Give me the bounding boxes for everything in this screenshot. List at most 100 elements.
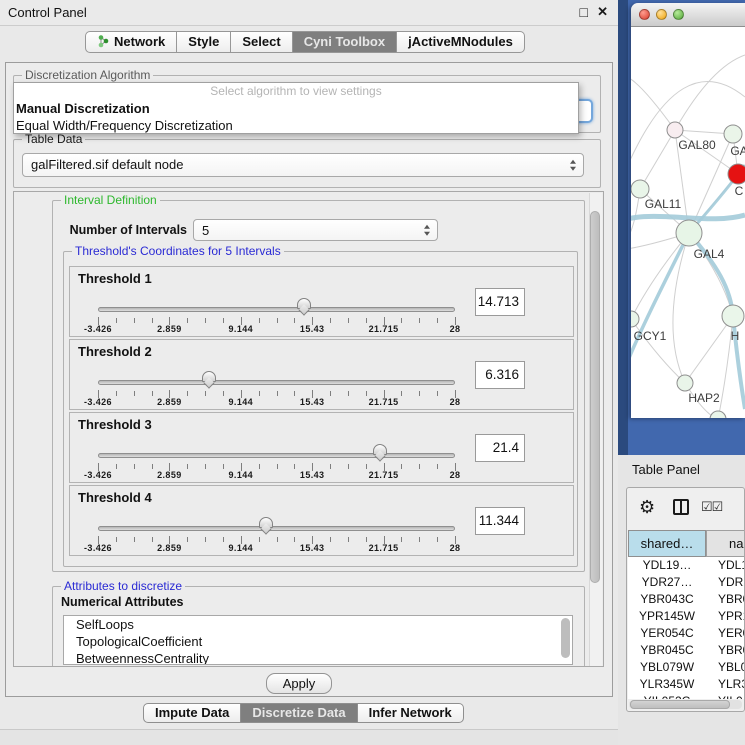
close-icon[interactable]: ✕	[597, 4, 608, 20]
tab-network[interactable]: Network	[85, 31, 177, 53]
cell-name: YDL1	[706, 557, 745, 574]
window-shadow-edge	[618, 0, 628, 455]
attribute-item-topologicalcoefficient[interactable]: TopologicalCoefficient	[64, 633, 572, 650]
threshold-slider-thumb[interactable]	[373, 444, 387, 455]
column-header-name[interactable]: na	[706, 530, 745, 557]
network-canvas[interactable]: GAL80GACGAL11GAL4GCY1HHAP2	[631, 27, 745, 418]
gear-icon[interactable]: ⚙	[639, 496, 655, 518]
tick-mark	[294, 318, 295, 323]
attribute-item-selfloops[interactable]: SelfLoops	[64, 616, 572, 633]
network-node[interactable]	[667, 122, 683, 138]
stepper-icon	[424, 225, 430, 236]
threshold-value-field[interactable]: 6.316	[475, 361, 525, 389]
table-data-combobox[interactable]: galFiltered.sif default node	[22, 153, 584, 177]
tick-mark	[152, 464, 153, 469]
tick-label: -3.426	[84, 324, 112, 334]
table-row[interactable]: YER054CYER0	[628, 625, 745, 642]
node-label: C	[735, 184, 744, 198]
columns-icon[interactable]	[673, 499, 689, 515]
close-traffic-light-icon[interactable]	[639, 9, 650, 20]
network-node[interactable]	[631, 311, 639, 327]
threshold-slider-thumb[interactable]	[202, 371, 216, 382]
algorithm-option-manual-discretization[interactable]: Manual Discretization	[14, 100, 578, 117]
tab-cyni-toolbox[interactable]: Cyni Toolbox	[293, 31, 397, 53]
attribute-item-betweennesscentrality[interactable]: BetweennessCentrality	[64, 650, 572, 665]
group-title-thresholds: Threshold's Coordinates for 5 Intervals	[72, 244, 284, 258]
threshold-value-field[interactable]: 11.344	[475, 507, 525, 535]
select-columns-checkbox-icons[interactable]: ☑☑	[701, 499, 722, 515]
network-node[interactable]	[631, 180, 649, 198]
table-row[interactable]: YIL052CYIL0	[628, 693, 745, 699]
tick-mark	[205, 318, 206, 323]
tick-mark	[259, 537, 260, 542]
table-row[interactable]: YPR145WYPR1	[628, 608, 745, 625]
float-window-icon[interactable]: □	[580, 4, 588, 20]
tick-mark	[259, 391, 260, 396]
threshold-slider-track[interactable]	[98, 453, 455, 458]
tick-label: 2.859	[157, 470, 182, 480]
tab-jactivemnodules[interactable]: jActiveMNodules	[397, 31, 525, 53]
tick-mark	[348, 537, 349, 542]
table-row[interactable]: YBR043CYBR0	[628, 591, 745, 608]
table-row[interactable]: YDL19…YDL1	[628, 557, 745, 574]
tick-label: 28	[450, 470, 461, 480]
tab-select[interactable]: Select	[231, 31, 292, 53]
cell-shared-name: YBL079W	[628, 659, 706, 676]
table-header-row: shared… na	[627, 530, 744, 557]
network-view-window: GAL80GACGAL11GAL4GCY1HHAP2	[631, 3, 745, 418]
algorithm-option-equal-width-frequency-discretization[interactable]: Equal Width/Frequency Discretization	[14, 117, 578, 134]
minimize-traffic-light-icon[interactable]	[656, 9, 667, 20]
cyni-toolbox-content: Discretization Algorithm Select algorith…	[5, 62, 613, 697]
algorithm-hint: Select algorithm to view settings	[14, 83, 578, 100]
network-node[interactable]	[677, 375, 693, 391]
network-node[interactable]	[722, 305, 744, 327]
threshold-value-field[interactable]: 21.4	[475, 434, 525, 462]
threshold-slider-track[interactable]	[98, 380, 455, 385]
table-panel: Table Panel ⚙ ☑☑ shared… na YDL19…YDL1YD…	[618, 455, 745, 745]
network-node[interactable]	[710, 411, 726, 418]
network-node[interactable]	[676, 220, 702, 246]
threshold-label: Threshold 1	[78, 271, 152, 286]
table-row[interactable]: YBL079WYBL0	[628, 659, 745, 676]
desktop-background: GAL80GACGAL11GAL4GCY1HHAP2	[618, 0, 745, 455]
tab-style[interactable]: Style	[177, 31, 231, 53]
threshold-slider-thumb[interactable]	[297, 298, 311, 309]
table-row[interactable]: YBR045CYBR0	[628, 642, 745, 659]
tick-mark	[294, 537, 295, 542]
threshold-slider-track[interactable]	[98, 307, 455, 312]
threshold-value-field[interactable]: 14.713	[475, 288, 525, 316]
node-label: GCY1	[634, 329, 667, 343]
table-row[interactable]: YDR27…YDR2	[628, 574, 745, 591]
bottom-tab-infer-network[interactable]: Infer Network	[358, 703, 464, 723]
bottom-tab-impute-data[interactable]: Impute Data	[143, 703, 241, 723]
column-header-shared-name[interactable]: shared…	[628, 530, 706, 557]
horizontal-scrollbar-track[interactable]	[629, 700, 742, 709]
tick-mark	[223, 537, 224, 542]
tick-label: -3.426	[84, 543, 112, 553]
table-row[interactable]: YLR345WYLR3	[628, 676, 745, 693]
list-scrollbar[interactable]	[561, 618, 570, 658]
threshold-slider-thumb[interactable]	[259, 517, 273, 528]
network-node[interactable]	[728, 164, 745, 184]
settings-scroll-area: Interval Definition Number of Intervals …	[13, 191, 604, 667]
scrollbar-thumb[interactable]	[590, 211, 600, 583]
scrollbar-track[interactable]	[589, 193, 602, 666]
horizontal-scrollbar-thumb[interactable]	[630, 700, 730, 709]
tick-mark	[294, 391, 295, 396]
apply-button[interactable]: Apply	[266, 673, 332, 694]
number-of-intervals-combobox[interactable]: 5	[193, 219, 438, 241]
tick-mark	[259, 318, 260, 323]
threshold-slider-track[interactable]	[98, 526, 455, 531]
bottom-tab-discretize-data[interactable]: Discretize Data	[241, 703, 357, 723]
node-label: GA	[730, 144, 745, 158]
tick-mark	[366, 391, 367, 396]
network-node[interactable]	[724, 125, 742, 143]
tick-label: 21.715	[369, 470, 399, 480]
attributes-group: Attributes to discretize Numerical Attri…	[52, 586, 585, 667]
tick-mark	[330, 464, 331, 469]
tick-mark	[152, 318, 153, 323]
network-window-titlebar[interactable]	[631, 3, 745, 27]
zoom-traffic-light-icon[interactable]	[673, 9, 684, 20]
group-title-discretization-algorithm: Discretization Algorithm	[22, 68, 153, 82]
table-box: ⚙ ☑☑ shared… na YDL19…YDL1YDR27…YDR2YBR0…	[626, 487, 745, 712]
